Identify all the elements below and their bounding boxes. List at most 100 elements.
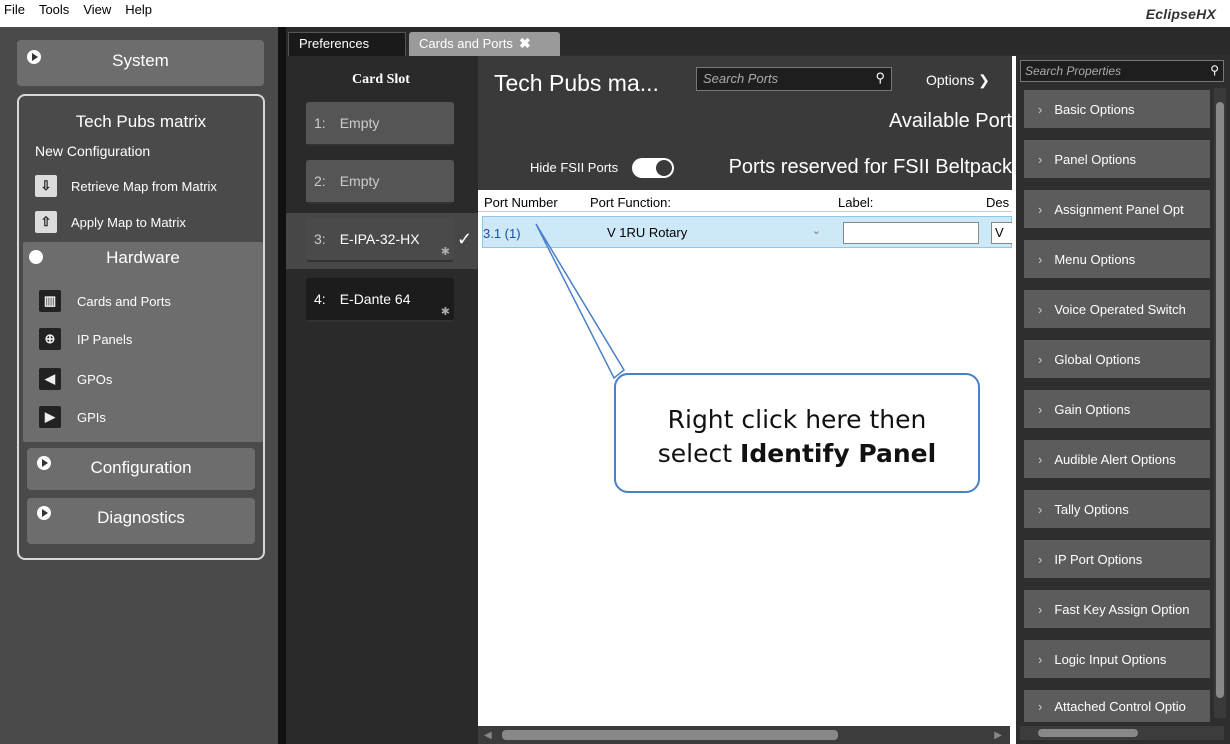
prop-assignment-panel-options[interactable]: › Assignment Panel Opt bbox=[1024, 190, 1210, 228]
col-description[interactable]: Des bbox=[986, 195, 1009, 210]
hide-fsii-toggle[interactable] bbox=[632, 158, 674, 178]
menu-view[interactable]: View bbox=[83, 0, 111, 20]
accordion-configuration[interactable]: Configuration bbox=[27, 448, 255, 490]
globe-icon: ⊕ bbox=[39, 328, 61, 350]
prop-label: Basic Options bbox=[1054, 101, 1135, 117]
hw-item-gpis[interactable]: ▶ GPIs bbox=[39, 406, 106, 428]
card-slot-4[interactable]: 4: E-Dante 64 ✱ bbox=[306, 278, 454, 322]
hw-item-label: GPIs bbox=[77, 409, 106, 425]
col-label[interactable]: Label: bbox=[838, 195, 873, 210]
chevron-right-icon: › bbox=[1038, 601, 1043, 617]
chevron-right-icon: › bbox=[1038, 201, 1043, 217]
options-dropdown[interactable]: Options ❯ bbox=[926, 72, 990, 89]
search-placeholder: Search Properties bbox=[1025, 64, 1122, 78]
upload-icon: ⇧ bbox=[35, 211, 57, 233]
prop-label: IP Port Options bbox=[1054, 551, 1143, 567]
slot-number: 3: bbox=[314, 231, 326, 247]
prop-label: Panel Options bbox=[1054, 151, 1137, 167]
chevron-right-icon: › bbox=[1038, 401, 1043, 417]
chevron-right-icon: › bbox=[1038, 451, 1043, 467]
hw-item-gpos[interactable]: ◀ GPOs bbox=[39, 368, 112, 390]
accordion-diagnostics[interactable]: Diagnostics bbox=[27, 498, 255, 544]
prop-gain-options[interactable]: › Gain Options bbox=[1024, 390, 1210, 428]
matrix-title: Tech Pubs matrix bbox=[75, 112, 207, 131]
card-slot-2[interactable]: 2: Empty bbox=[306, 160, 454, 204]
prop-panel-options[interactable]: › Panel Options bbox=[1024, 140, 1210, 178]
slot-label: Empty bbox=[339, 115, 380, 131]
chevron-right-icon: › bbox=[1038, 651, 1043, 667]
close-icon[interactable]: ✖ bbox=[519, 35, 531, 51]
accordion-system[interactable]: System bbox=[17, 40, 264, 86]
prop-attached-control[interactable]: › Attached Control Optio bbox=[1024, 690, 1210, 722]
menu-file[interactable]: File bbox=[4, 0, 25, 20]
tab-cards-and-ports[interactable]: Cards and Ports ✖ bbox=[409, 32, 560, 56]
port-number-cell[interactable]: 3.1 (1) bbox=[483, 226, 521, 241]
properties-vertical-scrollbar[interactable] bbox=[1214, 88, 1226, 718]
download-icon: ⇩ bbox=[35, 175, 57, 197]
table-header: Port Number Port Function: Label: Des bbox=[478, 192, 1012, 212]
search-properties-input[interactable]: Search Properties ⚲ bbox=[1020, 60, 1224, 82]
card-slot-1[interactable]: 1: Empty bbox=[306, 102, 454, 146]
slot-label: Empty bbox=[339, 173, 380, 189]
menu-help[interactable]: Help bbox=[125, 0, 152, 20]
col-port-function[interactable]: Port Function: bbox=[590, 195, 671, 210]
hw-item-cards-and-ports[interactable]: ▥ Cards and Ports bbox=[39, 290, 171, 312]
panel-divider[interactable] bbox=[278, 27, 286, 744]
selected-check-icon: ✓ bbox=[457, 229, 473, 249]
prop-label: Global Options bbox=[1054, 351, 1141, 367]
prop-menu-options[interactable]: › Menu Options bbox=[1024, 240, 1210, 278]
prop-label: Assignment Panel Opt bbox=[1054, 201, 1184, 217]
prop-label: Voice Operated Switch bbox=[1054, 301, 1186, 317]
menu-tools[interactable]: Tools bbox=[39, 0, 69, 20]
prop-label: Attached Control Optio bbox=[1054, 698, 1186, 714]
gear-icon[interactable]: ✱ bbox=[441, 245, 450, 258]
search-icon[interactable]: ⚲ bbox=[875, 70, 885, 86]
prop-voice-operated-switch[interactable]: › Voice Operated Switch bbox=[1024, 290, 1210, 328]
gear-icon[interactable]: ✱ bbox=[441, 305, 450, 318]
prop-audible-alert-options[interactable]: › Audible Alert Options bbox=[1024, 440, 1210, 478]
horizontal-scrollbar[interactable]: ◀ ▶ bbox=[478, 726, 1010, 744]
cards-icon: ▥ bbox=[39, 290, 61, 312]
callout-prefix: select bbox=[657, 439, 741, 468]
scroll-thumb[interactable] bbox=[1038, 729, 1138, 737]
prop-label: Tally Options bbox=[1054, 501, 1129, 517]
prop-fast-key-assign[interactable]: › Fast Key Assign Option bbox=[1024, 590, 1210, 628]
prop-logic-input-options[interactable]: › Logic Input Options bbox=[1024, 640, 1210, 678]
hardware-label[interactable]: Hardware bbox=[23, 248, 263, 268]
slot-number: 2: bbox=[314, 173, 326, 189]
scroll-thumb[interactable] bbox=[502, 730, 838, 740]
scroll-right-icon[interactable]: ▶ bbox=[994, 730, 1002, 741]
apply-map-button[interactable]: ⇧ Apply Map to Matrix bbox=[35, 210, 186, 234]
prop-basic-options[interactable]: › Basic Options bbox=[1024, 90, 1210, 128]
card-slot-3[interactable]: 3: E-IPA-32-HX ✱ bbox=[306, 218, 454, 262]
properties-horizontal-scrollbar[interactable] bbox=[1020, 726, 1224, 740]
prop-tally-options[interactable]: › Tally Options bbox=[1024, 490, 1210, 528]
chevron-right-icon: › bbox=[1038, 101, 1043, 117]
prop-ip-port-options[interactable]: › IP Port Options bbox=[1024, 540, 1210, 578]
retrieve-map-button[interactable]: ⇩ Retrieve Map from Matrix bbox=[35, 174, 217, 198]
callout-line-2: select Identify Panel bbox=[616, 437, 978, 471]
apply-map-label: Apply Map to Matrix bbox=[71, 214, 186, 230]
prop-label: Fast Key Assign Option bbox=[1054, 601, 1190, 617]
hw-item-ip-panels[interactable]: ⊕ IP Panels bbox=[39, 328, 132, 350]
tab-cards-label: Cards and Ports bbox=[419, 36, 513, 51]
chevron-right-icon: › bbox=[1038, 151, 1043, 167]
prop-label: Logic Input Options bbox=[1054, 651, 1167, 667]
ports-header: Tech Pubs ma... Search Ports ⚲ Options ❯… bbox=[478, 56, 1012, 190]
col-port-number[interactable]: Port Number bbox=[484, 195, 558, 210]
prop-global-options[interactable]: › Global Options bbox=[1024, 340, 1210, 378]
brand-logo: EclipseHX bbox=[1145, 6, 1216, 22]
tab-preferences[interactable]: Preferences bbox=[288, 32, 406, 56]
callout-bold: Identify Panel bbox=[740, 439, 937, 468]
card-slot-column: Card Slot 1: Empty 2: Empty 3: E-IPA-32-… bbox=[286, 56, 478, 744]
label-input[interactable] bbox=[843, 222, 979, 244]
card-slot-header: Card Slot bbox=[352, 72, 410, 87]
search-ports-input[interactable]: Search Ports ⚲ bbox=[696, 67, 892, 91]
scroll-left-icon[interactable]: ◀ bbox=[484, 730, 492, 741]
search-icon[interactable]: ⚲ bbox=[1210, 63, 1219, 77]
chevron-right-icon: › bbox=[1038, 351, 1043, 367]
chevron-right-icon: › bbox=[1038, 698, 1043, 714]
properties-panel: Search Properties ⚲ › Basic Options › Pane… bbox=[1012, 56, 1230, 744]
gpi-icon: ▶ bbox=[39, 406, 61, 428]
scroll-thumb[interactable] bbox=[1216, 102, 1224, 698]
